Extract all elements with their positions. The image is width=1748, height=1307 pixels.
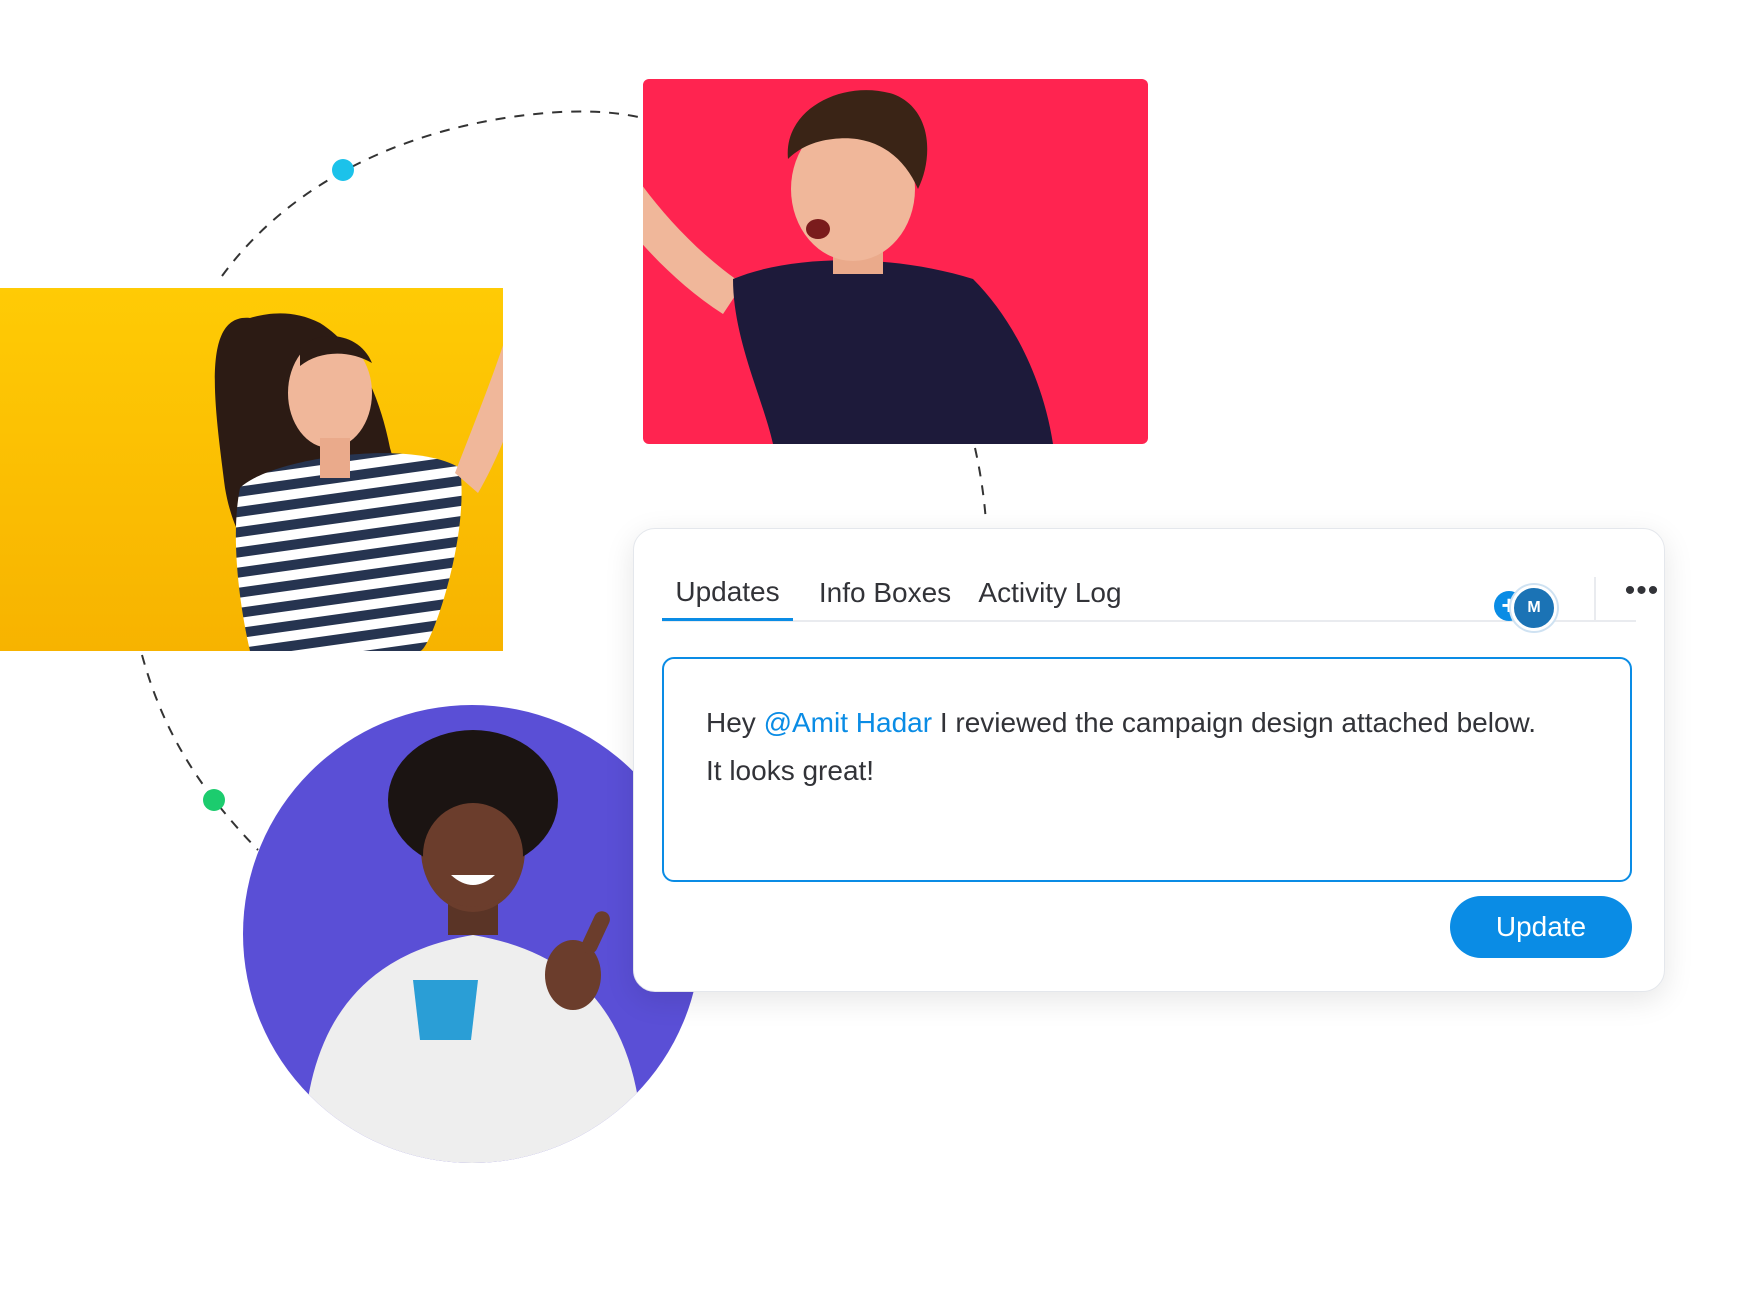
mention-link[interactable]: @Amit Hadar <box>764 707 932 738</box>
photo-woman-striped-shirt <box>0 288 503 651</box>
updates-panel: Updates Info Boxes Activity Log + M ••• … <box>633 528 1665 992</box>
green-dot <box>203 789 225 811</box>
tab-info-boxes[interactable]: Info Boxes <box>810 565 960 620</box>
more-options-icon[interactable]: ••• <box>1622 576 1662 617</box>
tab-bar: Updates Info Boxes Activity Log + M ••• <box>662 565 1658 631</box>
photo-man-high-five <box>643 79 1148 444</box>
update-button[interactable]: Update <box>1450 896 1632 958</box>
avatar[interactable]: M <box>1511 585 1557 631</box>
editor-text-line2: It looks great! <box>706 755 875 786</box>
editor-text-suffix: I reviewed the campaign design attached … <box>932 707 1536 738</box>
tab-activity-log[interactable]: Activity Log <box>965 565 1135 620</box>
subscribers-group[interactable]: + M <box>1494 585 1564 631</box>
header-divider <box>1594 577 1596 621</box>
blue-dot <box>332 159 354 181</box>
update-editor[interactable]: Hey @Amit Hadar I reviewed the campaign … <box>662 657 1632 882</box>
editor-text-prefix: Hey <box>706 707 764 738</box>
tab-updates[interactable]: Updates <box>662 565 793 621</box>
